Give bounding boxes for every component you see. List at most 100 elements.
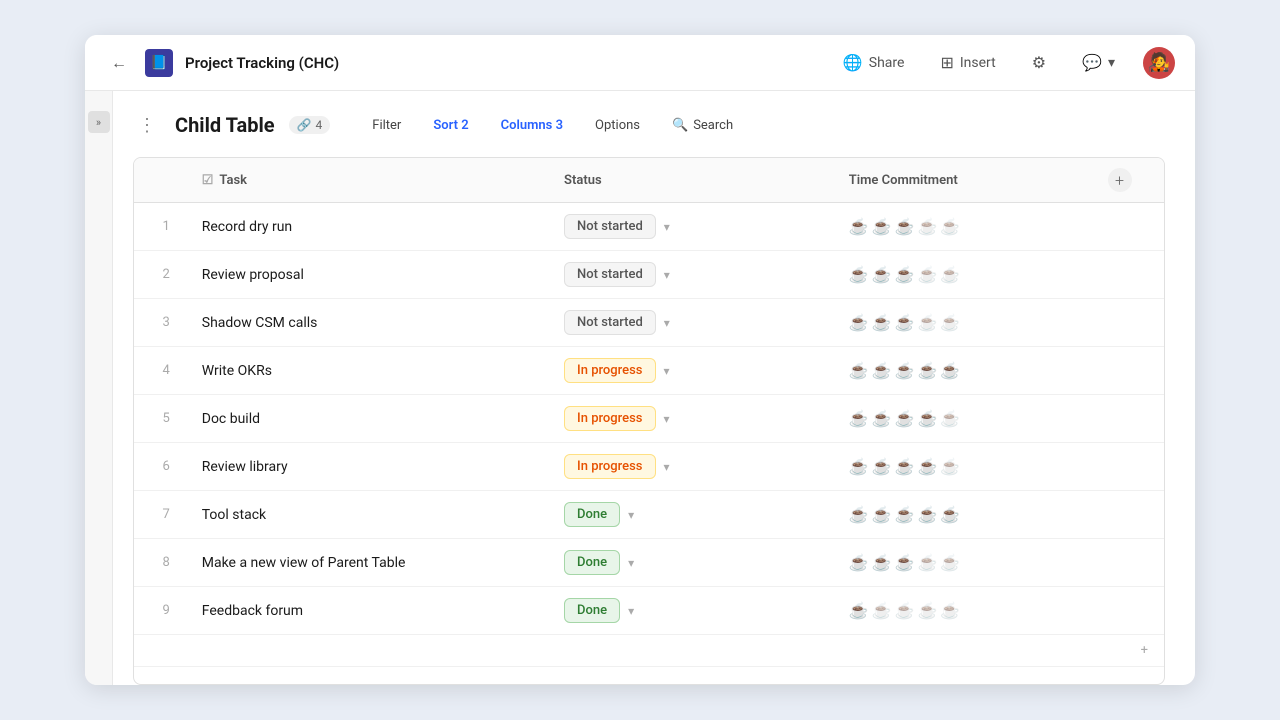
- sort-label: Sort 2: [433, 118, 468, 133]
- row-number: 3: [134, 299, 186, 347]
- more-icon: ⋮: [138, 115, 156, 136]
- table-row[interactable]: 4Write OKRsIn progress▾☕☕☕☕☕: [134, 347, 1164, 395]
- cup-filled-icon: ☕: [917, 505, 937, 524]
- task-status: Done ▾: [548, 491, 833, 539]
- back-icon: ←: [111, 53, 127, 73]
- cup-filled-icon: ☕: [849, 553, 869, 572]
- col-status-label: Status: [564, 173, 602, 188]
- time-commitment: ☕☕☕☕☕: [833, 587, 1092, 635]
- search-icon: 🔍: [672, 118, 688, 133]
- sidebar-toggle-icon: »: [96, 116, 101, 129]
- row-number: 9: [134, 587, 186, 635]
- cup-empty-icon: ☕: [872, 601, 892, 620]
- table-row[interactable]: 7Tool stackDone▾☕☕☕☕☕: [134, 491, 1164, 539]
- cup-filled-icon: ☕: [849, 361, 869, 380]
- cup-filled-icon: ☕: [849, 457, 869, 476]
- task-name: Feedback forum: [186, 587, 548, 635]
- status-dropdown-icon[interactable]: ▾: [628, 508, 634, 522]
- cup-filled-icon: ☕: [872, 217, 892, 236]
- settings-button[interactable]: ⚙: [1024, 49, 1054, 76]
- task-name: Doc build: [186, 395, 548, 443]
- sidebar-toggle-button[interactable]: »: [88, 111, 110, 133]
- status-dropdown-icon[interactable]: ▾: [628, 556, 634, 570]
- table-row[interactable]: 1Record dry runNot started▾☕☕☕☕☕: [134, 203, 1164, 251]
- columns-label: Columns 3: [501, 118, 563, 133]
- status-badge[interactable]: Done: [564, 502, 620, 527]
- insert-button[interactable]: ⊞ Insert: [932, 49, 1003, 76]
- back-button[interactable]: ←: [105, 49, 133, 77]
- task-status: In progress ▾: [548, 347, 833, 395]
- table-header-row: ☑ Task Status Time Commitment: [134, 158, 1164, 203]
- row-add-cell: [1092, 299, 1165, 347]
- cup-filled-icon: ☕: [872, 313, 892, 332]
- cup-filled-icon: ☕: [940, 505, 960, 524]
- sort-button[interactable]: Sort 2: [421, 112, 480, 139]
- status-cell: Done ▾: [564, 550, 817, 575]
- status-badge[interactable]: Not started: [564, 214, 656, 239]
- status-badge[interactable]: Done: [564, 598, 620, 623]
- cup-filled-icon: ☕: [895, 265, 915, 284]
- insert-icon: ⊞: [940, 53, 953, 72]
- cup-filled-icon: ☕: [917, 457, 937, 476]
- cup-empty-icon: ☕: [940, 553, 960, 572]
- options-button[interactable]: Options: [583, 112, 652, 139]
- main-container: ← 📘 Project Tracking (CHC) 🌐 Share ⊞ Ins…: [85, 35, 1195, 685]
- status-badge[interactable]: In progress: [564, 358, 655, 383]
- add-row-button[interactable]: +: [134, 635, 1164, 667]
- table-row[interactable]: 2Review proposalNot started▾☕☕☕☕☕: [134, 251, 1164, 299]
- row-number: 7: [134, 491, 186, 539]
- add-row[interactable]: +: [134, 635, 1164, 667]
- row-number: 2: [134, 251, 186, 299]
- link-badge[interactable]: 🔗 4: [289, 116, 331, 134]
- cup-filled-icon: ☕: [872, 553, 892, 572]
- time-commitment: ☕☕☕☕☕: [833, 299, 1092, 347]
- cup-filled-icon: ☕: [895, 457, 915, 476]
- status-dropdown-icon[interactable]: ▾: [664, 220, 670, 234]
- comment-icon: 💬: [1082, 53, 1102, 72]
- status-badge[interactable]: In progress: [564, 454, 655, 479]
- status-badge[interactable]: Not started: [564, 262, 656, 287]
- status-dropdown-icon[interactable]: ▾: [628, 604, 634, 618]
- status-dropdown-icon[interactable]: ▾: [664, 412, 670, 426]
- comments-button[interactable]: 💬 ▾: [1074, 49, 1123, 76]
- topbar-right: 🌐 Share ⊞ Insert ⚙ 💬 ▾ 🧑‍🎤: [835, 47, 1175, 79]
- table-row[interactable]: 8Make a new view of Parent TableDone▾☕☕☕…: [134, 539, 1164, 587]
- cup-empty-icon: ☕: [917, 265, 937, 284]
- table-row[interactable]: 5Doc buildIn progress▾☕☕☕☕☕: [134, 395, 1164, 443]
- table-body: 1Record dry runNot started▾☕☕☕☕☕2Review …: [134, 203, 1164, 667]
- col-add[interactable]: +: [1092, 158, 1165, 203]
- status-dropdown-icon[interactable]: ▾: [664, 364, 670, 378]
- table-row[interactable]: 3Shadow CSM callsNot started▾☕☕☕☕☕: [134, 299, 1164, 347]
- add-column-button[interactable]: +: [1108, 168, 1132, 192]
- status-badge[interactable]: In progress: [564, 406, 655, 431]
- status-dropdown-icon[interactable]: ▾: [664, 268, 670, 282]
- task-status: Not started ▾: [548, 251, 833, 299]
- col-task-label: Task: [219, 173, 247, 188]
- col-status: Status: [548, 158, 833, 203]
- status-dropdown-icon[interactable]: ▾: [664, 316, 670, 330]
- row-add-cell: [1092, 203, 1165, 251]
- cup-filled-icon: ☕: [940, 361, 960, 380]
- col-task: ☑ Task: [186, 158, 548, 203]
- cup-filled-icon: ☕: [849, 409, 869, 428]
- avatar: 🧑‍🎤: [1143, 47, 1175, 79]
- time-commitment: ☕☕☕☕☕: [833, 539, 1092, 587]
- table-row[interactable]: 6Review libraryIn progress▾☕☕☕☕☕: [134, 443, 1164, 491]
- status-dropdown-icon[interactable]: ▾: [664, 460, 670, 474]
- columns-button[interactable]: Columns 3: [489, 112, 575, 139]
- share-button[interactable]: 🌐 Share: [835, 49, 913, 76]
- search-button[interactable]: 🔍 Search: [660, 112, 745, 139]
- doc-icon: 📘: [145, 49, 173, 77]
- table-row[interactable]: 9Feedback forum Done ▾ ☕☕☕☕☕: [134, 587, 1164, 635]
- filter-button[interactable]: Filter: [360, 112, 413, 139]
- cup-filled-icon: ☕: [895, 217, 915, 236]
- row-add-cell: [1092, 395, 1165, 443]
- coffee-cups: ☕☕☕☕☕: [849, 505, 1076, 524]
- more-options-button[interactable]: ⋮: [133, 111, 161, 139]
- task-status: Not started ▾: [548, 203, 833, 251]
- time-commitment: ☕☕☕☕☕: [833, 203, 1092, 251]
- task-status: Done ▾: [548, 539, 833, 587]
- search-label: Search: [693, 118, 733, 133]
- status-badge[interactable]: Done: [564, 550, 620, 575]
- status-badge[interactable]: Not started: [564, 310, 656, 335]
